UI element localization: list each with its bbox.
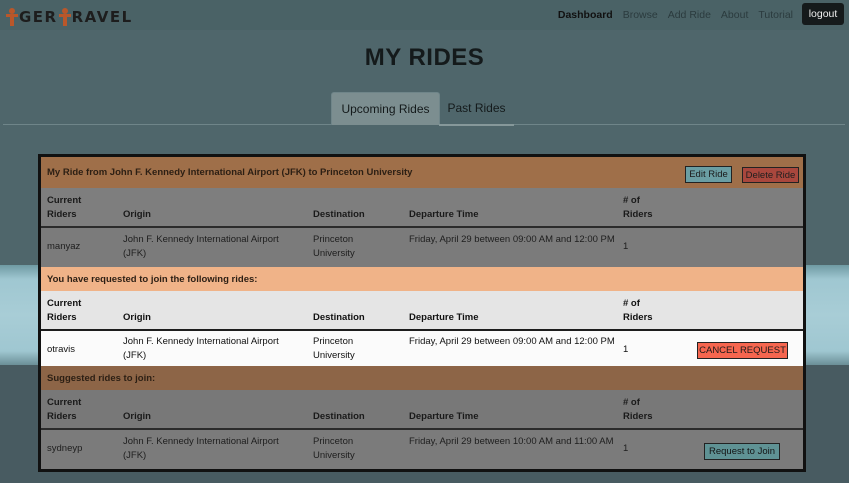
ride-rider-count: 1 — [623, 443, 629, 454]
table-header-row: Current Riders Origin Destination Departu… — [41, 188, 803, 228]
rider-name: manyaz — [47, 241, 81, 252]
ride-rider-count: 1 — [623, 344, 629, 355]
cancel-request-button[interactable]: CANCEL REQUEST — [697, 342, 788, 359]
col-num-riders: # of Riders — [623, 397, 653, 422]
nav-links: Dashboard Browse Add Ride About Tutorial — [558, 9, 793, 21]
nav-dashboard[interactable]: Dashboard — [558, 9, 613, 21]
col-num-riders: # of Riders — [623, 195, 653, 220]
ride-origin: John F. Kennedy International Airport (J… — [123, 336, 279, 361]
col-departure-time: Departure Time — [409, 411, 479, 422]
ride-destination: Princeton University — [313, 336, 355, 361]
col-num-riders: # of Riders — [623, 298, 653, 323]
navbar: GER RAVEL Dashboard Browse Add Ride Abou… — [0, 0, 849, 30]
page-title: MY RIDES — [364, 44, 485, 71]
ride-departure-time: Friday, April 29 between 09:00 AM and 12… — [409, 336, 615, 347]
table-header-row: Current Riders Origin Destination Departu… — [41, 390, 803, 430]
logout-button[interactable]: logout — [802, 3, 844, 25]
ride-origin: John F. Kennedy International Airport (J… — [123, 436, 279, 461]
requested-section-header: You have requested to join the following… — [41, 267, 803, 291]
col-destination: Destination — [313, 209, 365, 220]
suggested-section-title: Suggested rides to join: — [47, 372, 156, 384]
tab-past-rides[interactable]: Past Rides — [439, 92, 514, 126]
rides-table: My Ride from John F. Kennedy Internation… — [38, 154, 806, 472]
tiger-t-icon — [58, 8, 71, 26]
table-row: sydneyp John F. Kennedy International Ai… — [41, 430, 803, 469]
brand-text-right: RAVEL — [71, 8, 133, 26]
tiger-t-icon — [6, 8, 18, 26]
col-destination: Destination — [313, 411, 365, 422]
brand-text-left: GER — [19, 8, 58, 26]
nav-tutorial[interactable]: Tutorial — [758, 9, 793, 21]
ride-departure-time: Friday, April 29 between 09:00 AM and 12… — [409, 234, 615, 245]
edit-ride-button[interactable]: Edit Ride — [685, 166, 732, 183]
col-current-riders: Current Riders — [47, 298, 82, 323]
col-departure-time: Departure Time — [409, 209, 479, 220]
delete-ride-button[interactable]: Delete Ride — [742, 167, 799, 183]
col-origin: Origin — [123, 411, 151, 422]
ride-origin: John F. Kennedy International Airport (J… — [123, 234, 279, 259]
nav-add-ride[interactable]: Add Ride — [668, 9, 711, 21]
col-current-riders: Current Riders — [47, 195, 82, 220]
rider-name: otravis — [47, 344, 75, 355]
nav-browse[interactable]: Browse — [623, 9, 658, 21]
ride-destination: Princeton University — [313, 234, 355, 259]
col-destination: Destination — [313, 312, 365, 323]
col-departure-time: Departure Time — [409, 312, 479, 323]
my-ride-title: My Ride from John F. Kennedy Internation… — [47, 167, 413, 178]
ride-departure-time: Friday, April 29 between 10:00 AM and 11… — [409, 436, 614, 447]
nav-about[interactable]: About — [721, 9, 748, 21]
col-current-riders: Current Riders — [47, 397, 82, 422]
brand-logo[interactable]: GER RAVEL — [5, 4, 133, 26]
suggested-section-header: Suggested rides to join: — [41, 366, 803, 390]
col-origin: Origin — [123, 312, 151, 323]
col-origin: Origin — [123, 209, 151, 220]
ride-destination: Princeton University — [313, 436, 355, 461]
table-row: otravis John F. Kennedy International Ai… — [41, 331, 803, 366]
tab-upcoming-rides[interactable]: Upcoming Rides — [331, 92, 440, 125]
rider-name: sydneyp — [47, 443, 83, 454]
ride-rider-count: 1 — [623, 241, 629, 252]
requested-section-title: You have requested to join the following… — [47, 273, 258, 285]
table-header-row: Current Riders Origin Destination Departu… — [41, 291, 803, 331]
table-row: manyaz John F. Kennedy International Air… — [41, 228, 803, 267]
request-to-join-button[interactable]: Request to Join — [704, 443, 780, 460]
